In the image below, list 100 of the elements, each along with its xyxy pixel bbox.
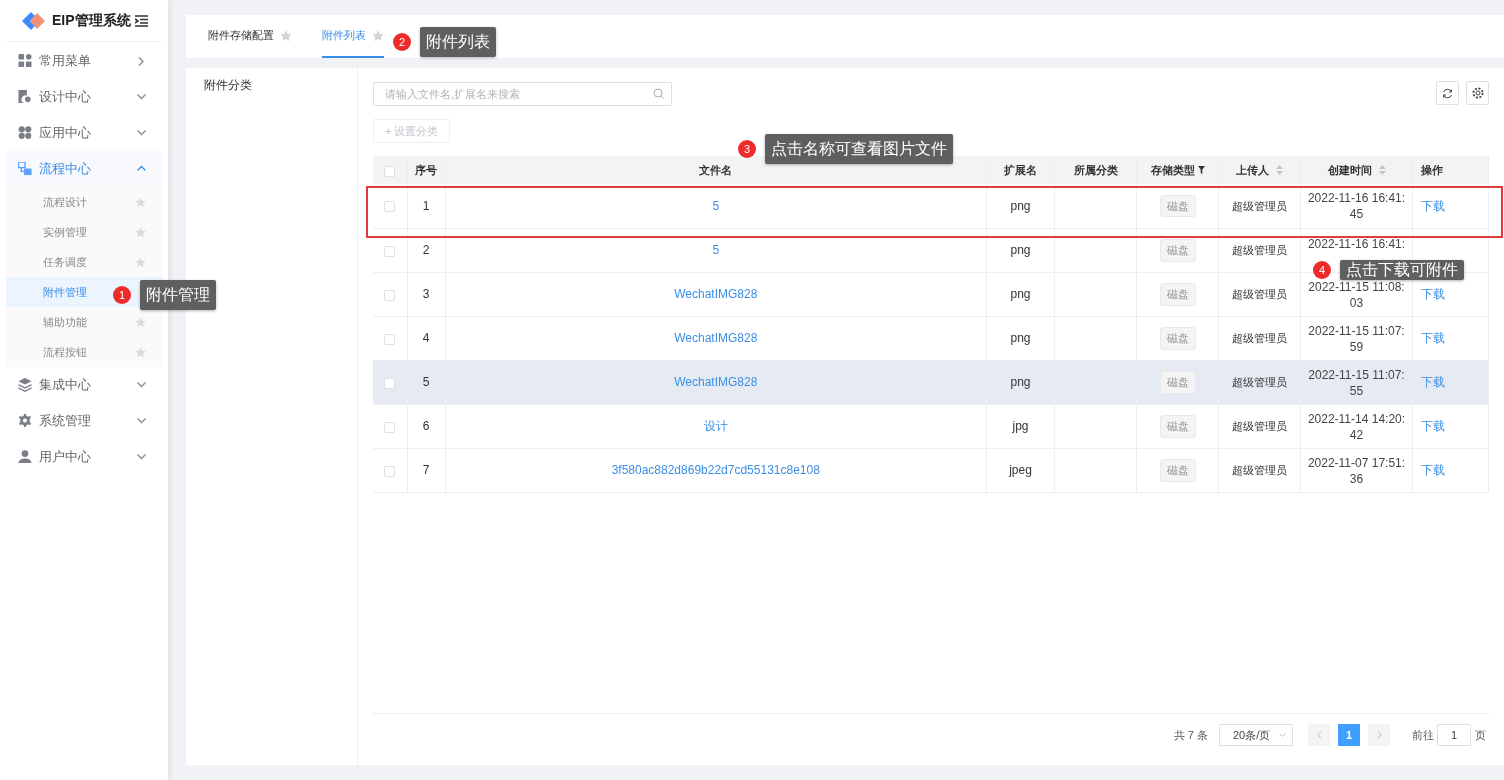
table-cell: 2022-11-14 14:20:42 [1306,410,1407,443]
table-cell: 超级管理员 [1232,376,1287,389]
page-number-field[interactable]: 1 [1437,724,1471,747]
gear-icon [18,414,32,428]
table-cell: 6 [422,419,430,434]
logo-icon [22,11,46,30]
file-link[interactable]: 5 [712,199,720,213]
star-icon[interactable] [135,346,146,358]
column-header: 序号 [415,163,437,178]
menu-item[interactable]: 设计中心 [6,79,162,115]
submenu-item[interactable]: 实例管理 [6,217,162,247]
star-icon[interactable] [135,256,146,268]
star-icon[interactable] [135,316,146,328]
download-link[interactable]: 下载 [1421,287,1445,302]
star-icon[interactable] [135,196,146,208]
menu-item[interactable]: 集成中心 [6,367,162,403]
submenu-item[interactable]: 流程按钮 [6,337,162,367]
checkbox[interactable] [384,165,396,177]
file-link[interactable]: WechatIMG828 [674,287,758,302]
checkbox[interactable] [384,377,396,389]
layers-icon [18,378,32,392]
search-field[interactable]: 请输入文件名,扩展名来搜索 [373,82,672,106]
tab[interactable]: 附件列表 [322,27,366,44]
table-cell: 超级管理员 [1232,420,1287,433]
grid-icon [18,54,32,68]
table-cell: 2 [422,243,430,258]
menu-item[interactable]: 用户中心 [6,439,162,475]
file-link[interactable]: WechatIMG828 [674,375,758,390]
tooltip: 点击名称可查看图片文件 [765,134,953,164]
sort-icon[interactable] [1378,165,1386,176]
chevron-down-icon [137,452,146,462]
app-title: EIP管理系统 [52,11,131,30]
chevron-down-icon [137,416,146,426]
file-link[interactable]: 设计 [703,419,728,434]
download-link[interactable]: 下载 [1421,331,1445,346]
column-header[interactable]: 存储类型 [1150,162,1195,179]
table-cell: 超级管理员 [1232,244,1287,257]
table-cell: 5 [422,375,430,390]
menu-item[interactable]: 常用菜单 [6,43,162,79]
checkbox[interactable] [384,245,396,257]
tag: 磁盘 [1159,415,1196,438]
refresh-button[interactable] [1436,81,1459,105]
panel-title: 附件分类 [204,78,252,92]
menu-item[interactable]: 系统管理 [6,403,162,439]
column-header[interactable]: 创建时间 [1327,162,1372,179]
refresh-icon[interactable] [1442,87,1453,99]
submenu-item[interactable]: 流程设计 [6,187,162,217]
checkbox[interactable] [384,465,396,477]
file-link[interactable]: WechatIMG828 [674,331,758,346]
filter-icon[interactable] [1197,166,1205,175]
menu-item[interactable]: 应用中心 [6,115,162,151]
table-cell: 超级管理员 [1232,332,1287,345]
download-link[interactable]: 下载 [1421,199,1445,213]
download-link[interactable]: 下载 [1421,419,1445,434]
star-icon[interactable] [135,226,146,238]
file-link[interactable]: 5 [712,243,720,258]
table-cell: png [1010,243,1031,258]
table-cell: png [1010,287,1031,302]
chevron-right-icon [137,56,146,66]
table-cell: 4 [422,331,430,346]
menu-collapse-icon[interactable] [135,14,148,27]
submenu-item[interactable]: 任务调度 [6,247,162,277]
column-header[interactable]: 上传人 [1236,162,1269,179]
apps-icon [18,126,32,140]
table-cell-text: 2022-11-15 11:07:59 [1307,322,1406,355]
table-cell: 1 [422,199,430,213]
table-cell-text: 2022-11-15 11:07:55 [1307,366,1406,399]
page-button[interactable]: 1 [1338,724,1360,747]
chevron-down-icon [137,128,146,138]
star-icon[interactable] [280,29,292,42]
tag: 磁盘 [1159,327,1196,350]
submenu-item[interactable]: 辅助功能 [6,307,162,337]
checkbox[interactable] [384,421,396,433]
table-cell: 2022-11-16 16:41: [1306,235,1407,252]
checkbox[interactable] [384,201,396,213]
checkbox[interactable] [384,333,396,345]
download-link[interactable]: 下载 [1421,463,1445,478]
tab[interactable]: 附件存储配置 [208,27,274,44]
prev-page-button[interactable] [1308,724,1330,747]
sort-icon[interactable] [1276,165,1283,176]
chevron-right-icon [1376,731,1382,740]
settings-icon[interactable] [1471,87,1484,99]
star-icon[interactable] [372,29,384,42]
file-link[interactable]: 3f580ac882d869b22d7cd55131c8e108 [611,463,820,478]
table-cell: png [1010,331,1031,346]
next-page-button[interactable] [1368,724,1390,747]
tag: 磁盘 [1159,194,1196,218]
tooltip: 附件列表 [420,27,496,57]
search-icon[interactable] [653,88,664,99]
settings-button[interactable] [1466,81,1489,105]
checkbox[interactable] [384,289,396,301]
user-icon [18,450,32,464]
chevron-down-icon [137,380,146,390]
doc-icon [18,90,32,104]
download-link[interactable]: 下载 [1421,375,1445,390]
column-header: 操作 [1421,163,1443,178]
chevron-down-icon [137,92,146,102]
table-cell: 超级管理员 [1232,288,1287,301]
page-size-select[interactable]: 20条/页 [1219,724,1293,747]
column-header: 文件名 [699,163,733,178]
